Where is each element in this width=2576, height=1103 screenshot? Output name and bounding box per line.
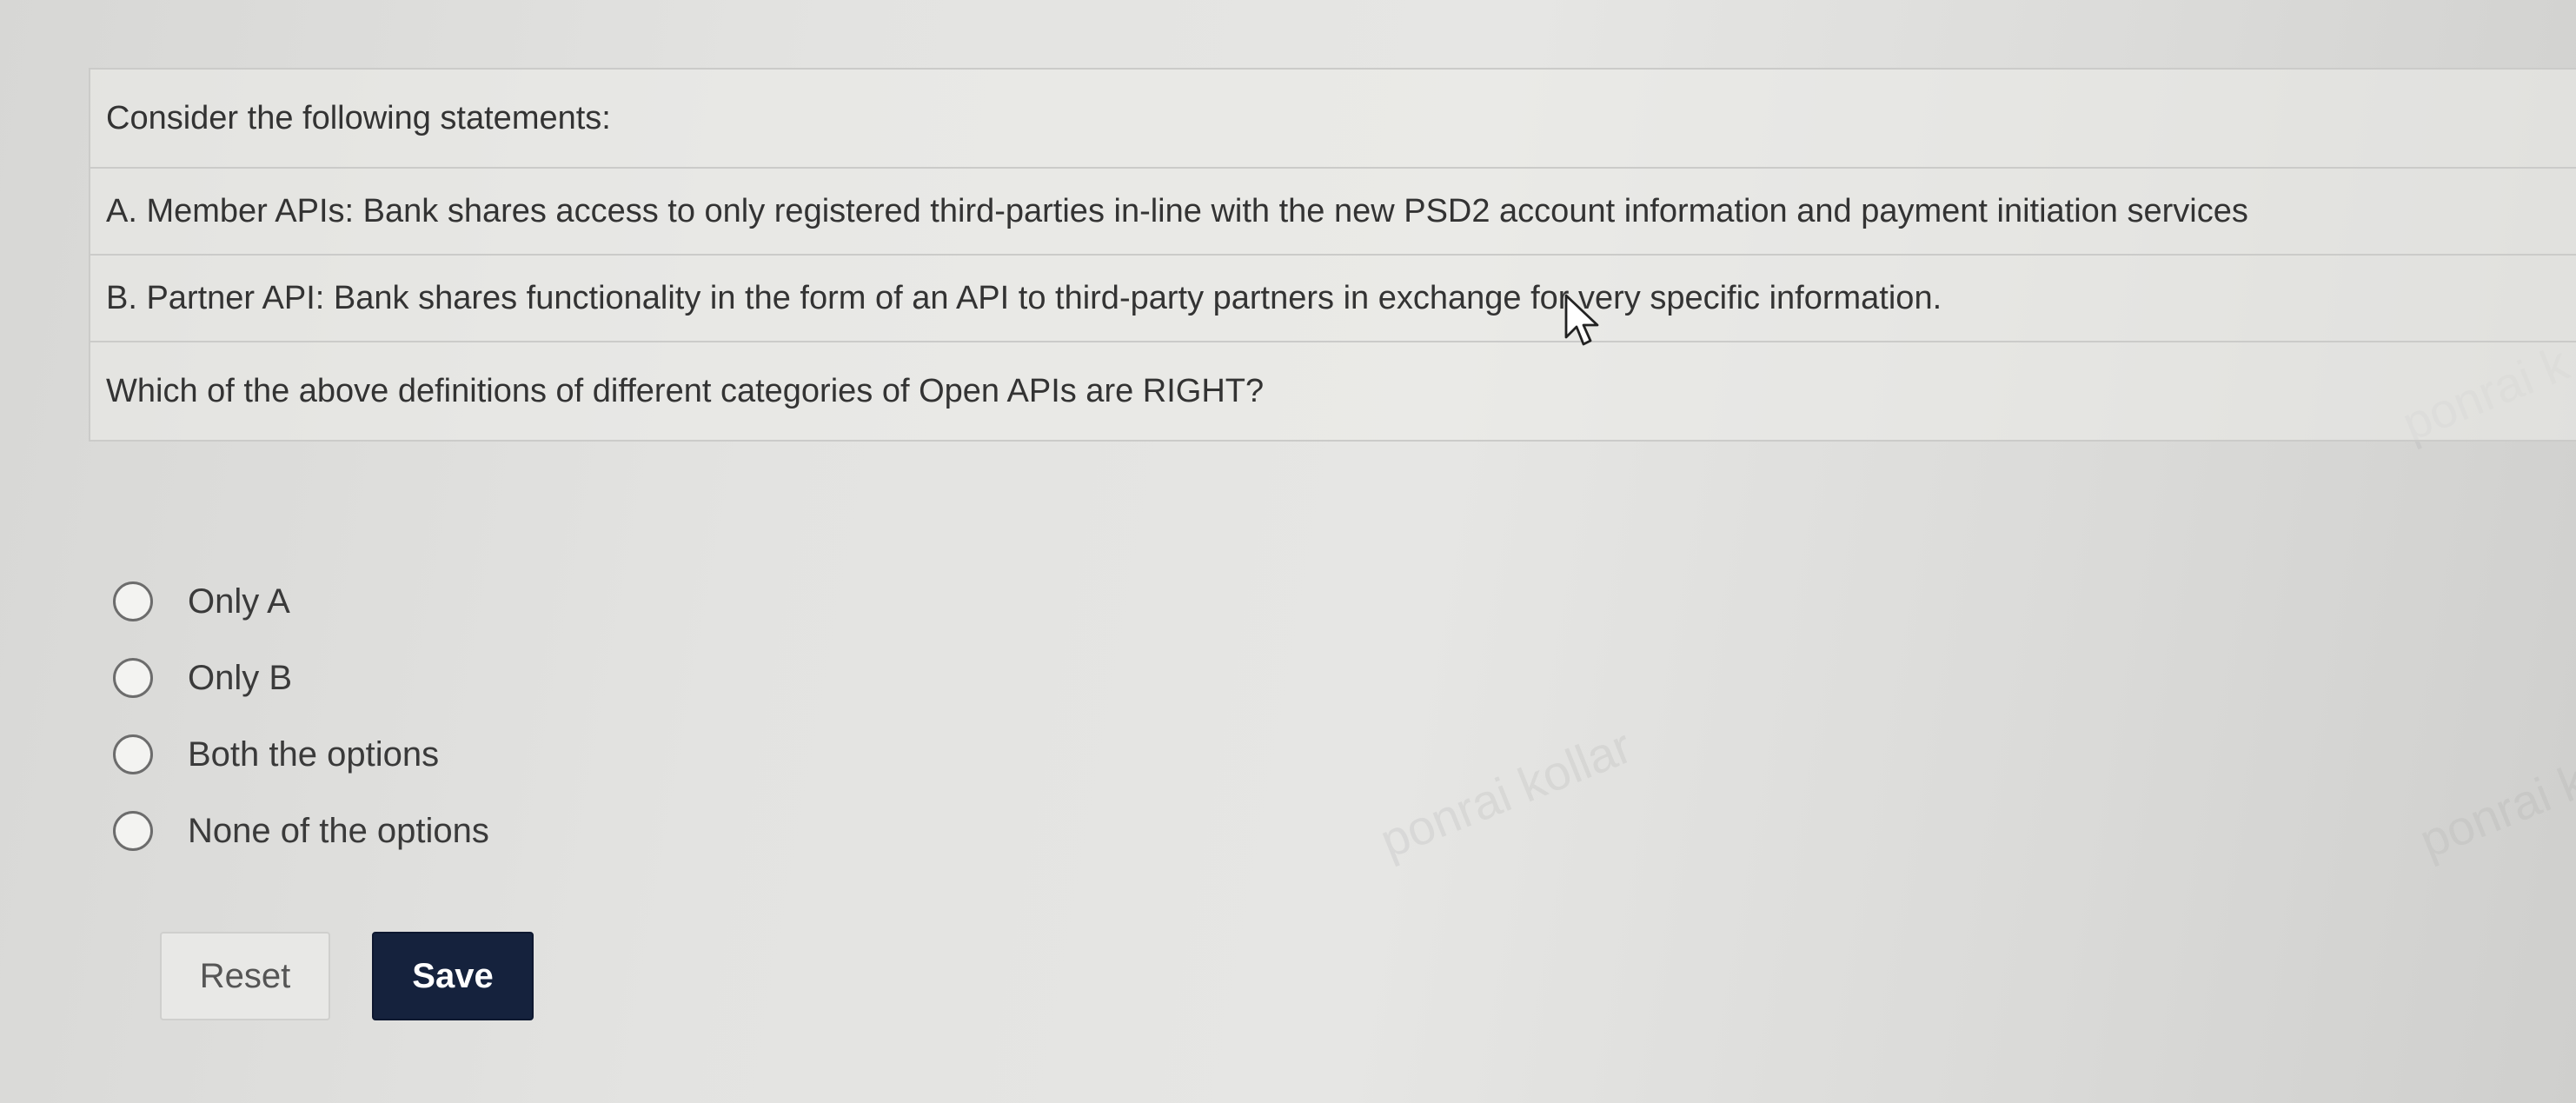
option-label: Both the options bbox=[188, 734, 440, 774]
option-label: Only A bbox=[188, 581, 290, 621]
option-label: Only B bbox=[188, 658, 293, 697]
statement-b: B. Partner API: Bank shares functionalit… bbox=[90, 256, 2576, 342]
statement-a: A. Member APIs: Bank shares access to on… bbox=[90, 169, 2576, 256]
reset-button[interactable]: Reset bbox=[160, 932, 330, 1020]
mouse-cursor-icon bbox=[1564, 294, 1604, 355]
watermark: ponrai k bbox=[2412, 752, 2576, 869]
action-buttons: Reset Save bbox=[160, 932, 534, 1020]
save-button[interactable]: Save bbox=[372, 932, 534, 1020]
watermark: ponrai kollar bbox=[1372, 718, 1639, 868]
option-only-a[interactable]: Only A bbox=[113, 563, 489, 640]
question-table: Consider the following statements: A. Me… bbox=[89, 68, 2576, 442]
radio-button[interactable] bbox=[113, 658, 153, 698]
radio-button[interactable] bbox=[113, 734, 153, 774]
radio-button[interactable] bbox=[113, 581, 153, 621]
radio-button[interactable] bbox=[113, 811, 153, 851]
question-prompt: Which of the above definitions of differ… bbox=[90, 342, 2576, 442]
answer-options: Only A Only B Both the options None of t… bbox=[113, 563, 489, 869]
option-both[interactable]: Both the options bbox=[113, 716, 489, 793]
option-none[interactable]: None of the options bbox=[113, 793, 489, 869]
question-intro: Consider the following statements: bbox=[90, 70, 2576, 169]
page-background: ponrai kollar ponrai k ponrai k Consider… bbox=[0, 0, 2576, 1103]
option-label: None of the options bbox=[188, 811, 489, 850]
option-only-b[interactable]: Only B bbox=[113, 640, 489, 716]
